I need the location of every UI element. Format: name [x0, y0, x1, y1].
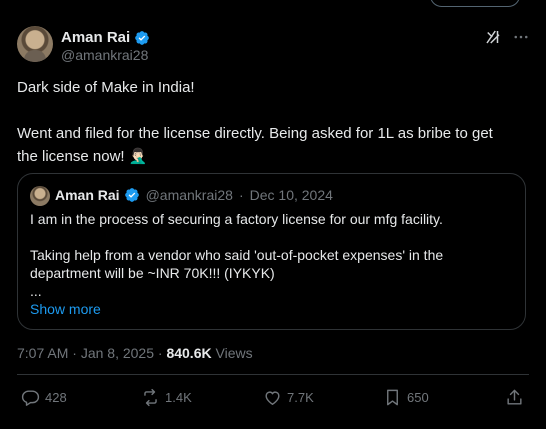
quoted-tweet[interactable]: Aman Rai @amankrai28 · Dec 10, 2024 I am… — [17, 173, 526, 330]
quoted-line: department will be ~INR 70K!!! (IYKYK) — [30, 265, 275, 281]
quoted-text: I am in the process of securing a factor… — [30, 210, 510, 300]
quoted-date: Dec 10, 2024 — [249, 187, 333, 203]
quoted-avatar — [30, 186, 50, 206]
reply-button[interactable]: 428 — [21, 388, 67, 407]
reply-count: 428 — [45, 390, 67, 405]
reply-icon — [21, 390, 40, 406]
action-bar: 428 1.4K 7.7K 650 — [17, 388, 529, 408]
like-icon — [265, 391, 280, 405]
follow-button-edge[interactable] — [430, 0, 520, 7]
like-count: 7.7K — [287, 390, 314, 405]
verified-badge-icon — [124, 188, 139, 202]
bookmark-icon — [387, 389, 398, 406]
tweet-detail: Aman Rai @amankrai28 Dark side of Make i… — [0, 0, 546, 429]
tweet-line: Dark side of Make in India! — [17, 79, 195, 96]
tweet-line: the license now! 🤦🏻‍♂️ — [17, 148, 148, 165]
meta-separator: · — [157, 345, 163, 361]
divider — [17, 374, 529, 375]
tweet-time[interactable]: 7:07 AM — [17, 345, 68, 361]
tweet-meta: 7:07 AM · Jan 8, 2025 · 840.6K Views — [17, 345, 253, 361]
show-more-link[interactable]: Show more — [30, 301, 101, 317]
tweet-line: Went and filed for the license directly.… — [17, 125, 493, 142]
tweet-date[interactable]: Jan 8, 2025 — [81, 345, 154, 361]
quoted-separator: · — [238, 187, 244, 203]
tweet-header: Aman Rai @amankrai28 — [17, 26, 530, 66]
author-name[interactable]: Aman Rai — [61, 29, 130, 46]
share-button[interactable] — [505, 388, 524, 407]
bookmark-button[interactable]: 650 — [383, 388, 429, 407]
quoted-line: I am in the process of securing a factor… — [30, 211, 443, 227]
repost-count: 1.4K — [165, 390, 192, 405]
more-icon[interactable] — [512, 28, 530, 46]
verified-badge-icon — [135, 30, 150, 45]
share-icon — [507, 389, 522, 405]
avatar[interactable] — [17, 26, 53, 62]
author-name-row: Aman Rai — [61, 29, 150, 46]
repost-icon — [144, 388, 157, 407]
quoted-author-name: Aman Rai — [55, 187, 120, 203]
bookmark-count: 650 — [407, 390, 429, 405]
quoted-handle: @amankrai28 — [145, 187, 233, 203]
like-button[interactable]: 7.7K — [263, 388, 314, 407]
views-label: Views — [215, 345, 253, 361]
grok-icon[interactable] — [484, 28, 502, 46]
views-count: 840.6K — [166, 345, 212, 361]
author-handle[interactable]: @amankrai28 — [61, 47, 148, 63]
quoted-header: Aman Rai @amankrai28 · Dec 10, 2024 — [55, 187, 333, 203]
tweet-text: Dark side of Make in India! Went and fil… — [17, 76, 529, 168]
meta-separator: · — [72, 345, 77, 361]
quoted-line: ... — [30, 283, 42, 299]
repost-button[interactable]: 1.4K — [141, 388, 192, 407]
quoted-line: Taking help from a vendor who said 'out-… — [30, 247, 444, 263]
